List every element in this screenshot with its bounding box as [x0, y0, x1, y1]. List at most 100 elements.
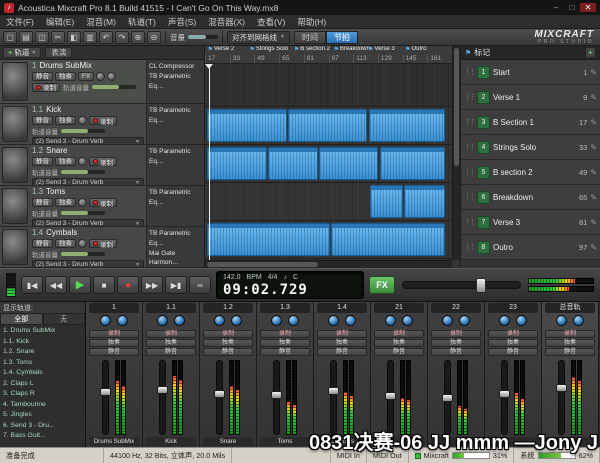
- cut-icon[interactable]: ✂: [51, 31, 65, 44]
- key-value[interactable]: C: [293, 274, 298, 281]
- record-arm-button[interactable]: 录制: [32, 83, 60, 92]
- strip-number[interactable]: 1.1: [146, 303, 196, 313]
- edit-marker-icon[interactable]: ✎: [590, 68, 597, 77]
- audio-clip[interactable]: [369, 109, 445, 142]
- minimize-button[interactable]: –: [548, 3, 564, 12]
- pan-knob[interactable]: [78, 239, 87, 248]
- volume-fader[interactable]: [216, 360, 223, 435]
- strip-mute-button[interactable]: 静音: [203, 348, 253, 356]
- pan-knob[interactable]: [78, 157, 87, 166]
- strip-solo-button[interactable]: 独奏: [146, 339, 196, 347]
- track-list-item[interactable]: 5. Jingles: [0, 410, 85, 421]
- fader-cap[interactable]: [271, 391, 282, 399]
- send-knob[interactable]: [174, 315, 185, 326]
- strip-number[interactable]: 1: [89, 303, 139, 313]
- tracks-filter-none[interactable]: 无: [43, 313, 86, 325]
- lane-snare[interactable]: [205, 145, 452, 183]
- edit-marker-icon[interactable]: ✎: [590, 193, 597, 202]
- transport-display[interactable]: 142.0 BPM 4/4 ♪ C 09:02.729: [216, 271, 364, 299]
- save-icon[interactable]: ◫: [35, 31, 49, 44]
- track-volume-slider[interactable]: [61, 211, 105, 215]
- snap-dropdown[interactable]: 对齐到网格线 ▼: [227, 31, 290, 44]
- menu-item[interactable]: 查看(V): [251, 16, 291, 28]
- edit-marker-icon[interactable]: ✎: [590, 243, 597, 252]
- playhead[interactable]: [209, 64, 210, 260]
- horizontal-scrollbar[interactable]: [205, 260, 452, 268]
- stop-button[interactable]: ■: [93, 276, 115, 294]
- timeline-ruler[interactable]: ⚑ Verse 2 ⚑ Strings Solo ⚑ B section 2: [205, 46, 452, 64]
- track-volume-slider[interactable]: [61, 170, 105, 174]
- strip-record-button[interactable]: 录制: [545, 330, 595, 338]
- strip-solo-button[interactable]: 独奏: [317, 339, 367, 347]
- lane-drums-submix[interactable]: [205, 64, 452, 107]
- strip-mute-button[interactable]: 静音: [146, 348, 196, 356]
- time-signature[interactable]: 4/4: [268, 274, 278, 281]
- effects-list[interactable]: TB Parametric Eq…: [146, 104, 204, 144]
- send-knob[interactable]: [402, 315, 413, 326]
- send-knob[interactable]: [107, 72, 116, 81]
- mute-button[interactable]: 静音: [32, 239, 53, 248]
- mute-button[interactable]: 静音: [32, 198, 53, 207]
- solo-button[interactable]: 独奏: [55, 198, 76, 207]
- audio-clip[interactable]: [331, 223, 444, 256]
- edit-marker-icon[interactable]: ✎: [590, 168, 597, 177]
- solo-button[interactable]: 独奏: [55, 72, 76, 81]
- strip-mute-button[interactable]: 静音: [545, 348, 595, 356]
- send-knob[interactable]: [117, 315, 128, 326]
- marker-row[interactable]: ⋮⋮ 1 Start 1 ✎: [461, 60, 600, 85]
- track-header-snare[interactable]: 1.2Snare 静音 独奏 录制 轨道音量 (2) Send 3 - Drum…: [0, 145, 204, 186]
- pan-knob[interactable]: [271, 315, 282, 326]
- marker-row[interactable]: ⋮⋮ 7 Verse 3 81 ✎: [461, 210, 600, 235]
- track-list-item[interactable]: 1. Drums SubMix: [0, 326, 85, 337]
- fader-cap[interactable]: [328, 387, 339, 395]
- master-fx-button[interactable]: FX: [369, 276, 395, 294]
- track-volume-slider[interactable]: [61, 129, 105, 133]
- fader-cap[interactable]: [385, 392, 396, 400]
- track-list-item[interactable]: 1.2. Snare: [0, 347, 85, 358]
- track-list-item[interactable]: 4. Tambourine: [0, 400, 85, 411]
- menu-item[interactable]: 声音(S): [162, 16, 202, 28]
- track-list-item[interactable]: 1.1. Kick: [0, 337, 85, 348]
- marker-flag[interactable]: ⚑ Verse 3: [368, 46, 395, 53]
- strip-mute-button[interactable]: 静音: [431, 348, 481, 356]
- strip-record-button[interactable]: 录制: [488, 330, 538, 338]
- send-dropdown[interactable]: (2) Send 3 - Drum Verb ▼: [32, 178, 144, 186]
- beat-mode-button[interactable]: 节拍: [326, 31, 358, 44]
- pan-knob[interactable]: [499, 315, 510, 326]
- strip-record-button[interactable]: 录制: [203, 330, 253, 338]
- track-list-item[interactable]: 2. Claps L: [0, 379, 85, 390]
- strip-number[interactable]: 23: [488, 303, 538, 313]
- strip-number[interactable]: 1.2: [203, 303, 253, 313]
- fader-cap[interactable]: [556, 384, 567, 392]
- menu-item[interactable]: 编辑(E): [40, 16, 80, 28]
- pan-knob[interactable]: [442, 315, 453, 326]
- maximize-button[interactable]: □: [564, 3, 580, 12]
- marker-row[interactable]: ⋮⋮ 2 Verse 1 9 ✎: [461, 85, 600, 110]
- time-display[interactable]: 09:02.729: [223, 282, 357, 298]
- strip-record-button[interactable]: 录制: [374, 330, 424, 338]
- audio-clip[interactable]: [268, 147, 317, 180]
- audio-clip[interactable]: [370, 185, 402, 218]
- record-button[interactable]: ●: [117, 276, 139, 294]
- send-knob[interactable]: [459, 315, 470, 326]
- fader-cap[interactable]: [499, 390, 510, 398]
- record-arm-button[interactable]: 录制: [89, 239, 117, 248]
- volume-slider[interactable]: [188, 35, 218, 39]
- strip-solo-button[interactable]: 独奏: [89, 339, 139, 347]
- strip-solo-button[interactable]: 独奏: [431, 339, 481, 347]
- pan-knob[interactable]: [157, 315, 168, 326]
- pan-knob[interactable]: [78, 198, 87, 207]
- send-dropdown[interactable]: (2) Send 3 - Drum Verb ▼: [32, 260, 144, 268]
- send-knob[interactable]: [288, 315, 299, 326]
- marker-row[interactable]: ⋮⋮ 3 B Section 1 17 ✎: [461, 110, 600, 135]
- undo-icon[interactable]: ↶: [99, 31, 113, 44]
- audio-clip[interactable]: [207, 223, 329, 256]
- lane-cymbals[interactable]: [205, 221, 452, 259]
- pan-knob[interactable]: [96, 72, 105, 81]
- marker-flag[interactable]: ⚑ Outro: [405, 46, 426, 53]
- marker-row[interactable]: ⋮⋮ 6 Breakdown 65 ✎: [461, 185, 600, 210]
- strip-number[interactable]: 22: [431, 303, 481, 313]
- track-list-item[interactable]: 6. Send 3 - Dru...: [0, 421, 85, 432]
- pan-knob[interactable]: [100, 315, 111, 326]
- volume-fader[interactable]: [102, 360, 109, 435]
